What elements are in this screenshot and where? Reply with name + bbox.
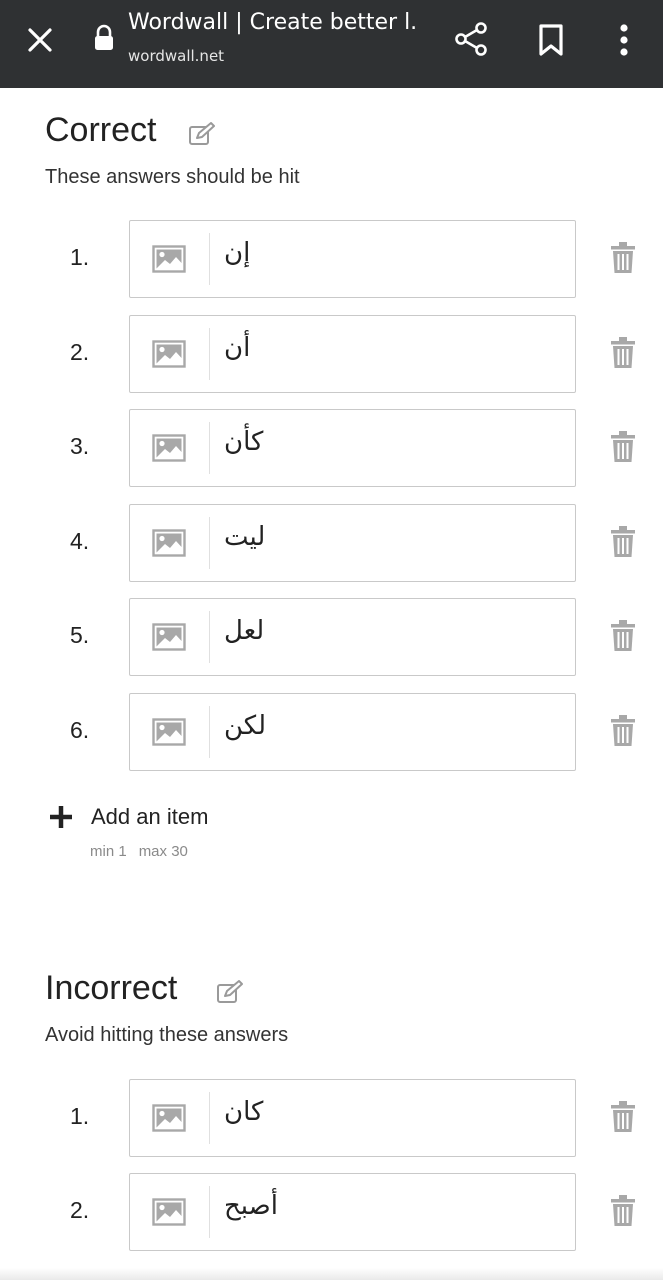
image-icon[interactable] [152,718,186,746]
item-input-box[interactable]: لكن [129,693,576,771]
section-description-correct: These answers should be hit [45,166,300,188]
item-number: 2. [70,339,90,365]
divider [209,706,210,758]
image-icon[interactable] [152,1198,186,1226]
item-number: 4. [70,528,90,554]
list-item: 2. أن [0,315,663,393]
item-text-field[interactable]: أن [224,333,554,375]
item-text-field[interactable]: كان [224,1097,554,1139]
divider [209,611,210,663]
item-input-box[interactable]: أن [129,315,576,393]
item-input-box[interactable]: أصبح [129,1173,576,1251]
max-limit: max 30 [138,843,188,860]
list-item: 3. كأن [0,409,663,487]
list-item: 6. لكن [0,693,663,771]
item-number: 1. [70,1103,90,1129]
image-icon[interactable] [152,434,186,462]
list-item: 2. أصبح [0,1173,663,1251]
min-limit: min 1 [90,843,127,860]
divider [209,1186,210,1238]
edit-icon[interactable] [188,121,216,147]
list-item: 1. كان [0,1079,663,1157]
edit-icon[interactable] [216,979,244,1005]
trash-icon[interactable] [609,525,637,559]
add-item-label: Add an item [91,804,209,829]
item-text-field[interactable]: كأن [224,427,554,469]
divider [209,517,210,569]
item-text-field[interactable]: أصبح [224,1191,554,1233]
divider [209,328,210,380]
section-title-incorrect: Incorrect [45,969,178,1007]
item-number: 5. [70,622,90,648]
more-vert-icon[interactable] [612,20,636,60]
section-description-incorrect: Avoid hitting these answers [45,1024,289,1046]
plus-icon [50,806,72,828]
section-title-correct: Correct [45,111,157,149]
item-number: 1. [70,244,90,270]
trash-icon[interactable] [609,241,637,275]
item-number: 3. [70,433,90,459]
item-input-box[interactable]: كأن [129,409,576,487]
item-input-box[interactable]: كان [129,1079,576,1157]
lock-icon [95,24,113,50]
divider [209,1092,210,1144]
image-icon[interactable] [152,529,186,557]
trash-icon[interactable] [609,430,637,464]
item-text-field[interactable]: لعل [224,616,554,658]
trash-icon[interactable] [609,619,637,653]
bottom-edge [0,1268,663,1280]
item-input-box[interactable]: لعل [129,598,576,676]
image-icon[interactable] [152,623,186,651]
close-icon[interactable] [22,22,58,58]
trash-icon[interactable] [609,1100,637,1134]
bookmark-icon[interactable] [536,22,566,58]
item-input-box[interactable]: ليت [129,504,576,582]
trash-icon[interactable] [609,336,637,370]
list-item: 5. لعل [0,598,663,676]
item-input-box[interactable]: إن [129,220,576,298]
page-title[interactable]: Wordwall | Create better l... [128,10,418,35]
item-text-field[interactable]: لكن [224,711,554,753]
image-icon[interactable] [152,340,186,368]
item-text-field[interactable]: إن [224,238,554,280]
trash-icon[interactable] [609,714,637,748]
browser-toolbar: Wordwall | Create better l... wordwall.n… [0,0,663,88]
divider [209,422,210,474]
image-icon[interactable] [152,1104,186,1132]
image-icon[interactable] [152,245,186,273]
item-text-field[interactable]: ليت [224,522,554,564]
trash-icon[interactable] [609,1194,637,1228]
divider [209,233,210,285]
list-item: 1. إن [0,220,663,298]
page-url[interactable]: wordwall.net [128,47,224,65]
item-limits: min 1 max 30 [90,843,200,860]
item-number: 2. [70,1197,90,1223]
share-icon[interactable] [452,20,490,58]
list-item: 4. ليت [0,504,663,582]
item-number: 6. [70,717,90,743]
add-item-button[interactable]: Add an item [48,800,248,834]
